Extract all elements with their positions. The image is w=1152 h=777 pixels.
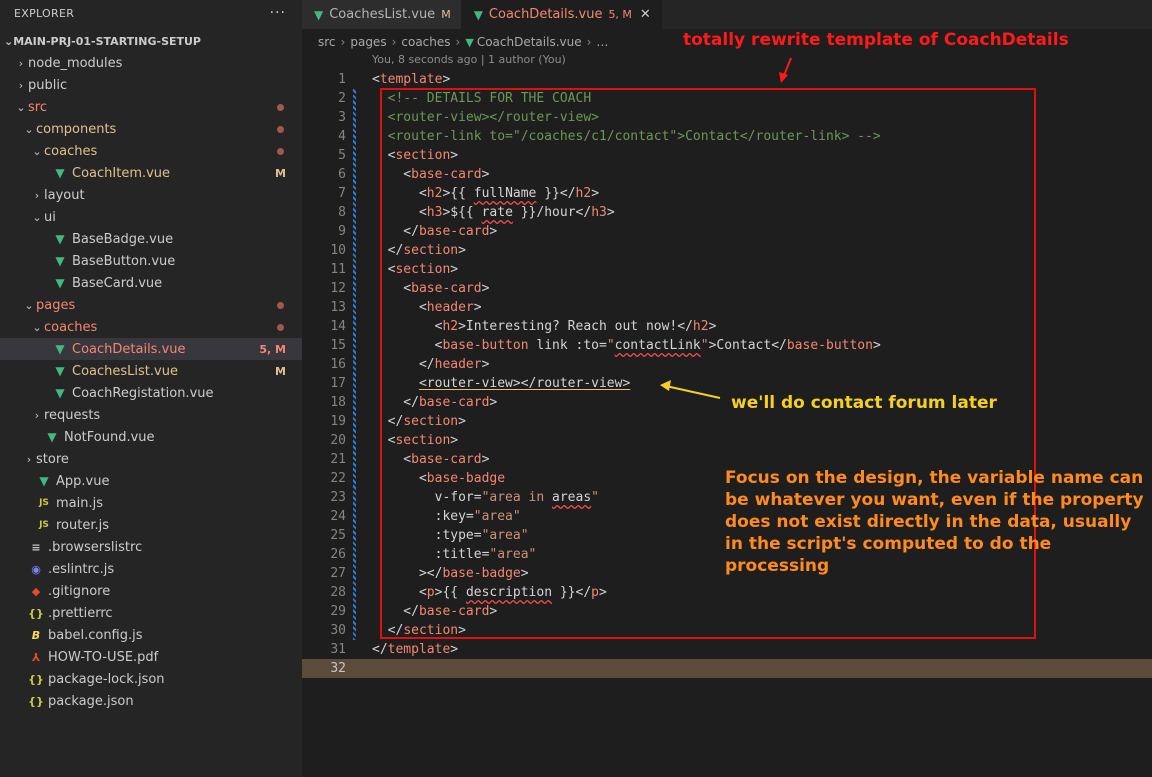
arrow-contact-icon (660, 380, 721, 399)
annotation-arrows (660, 57, 792, 399)
arrow-title-icon (779, 57, 792, 83)
